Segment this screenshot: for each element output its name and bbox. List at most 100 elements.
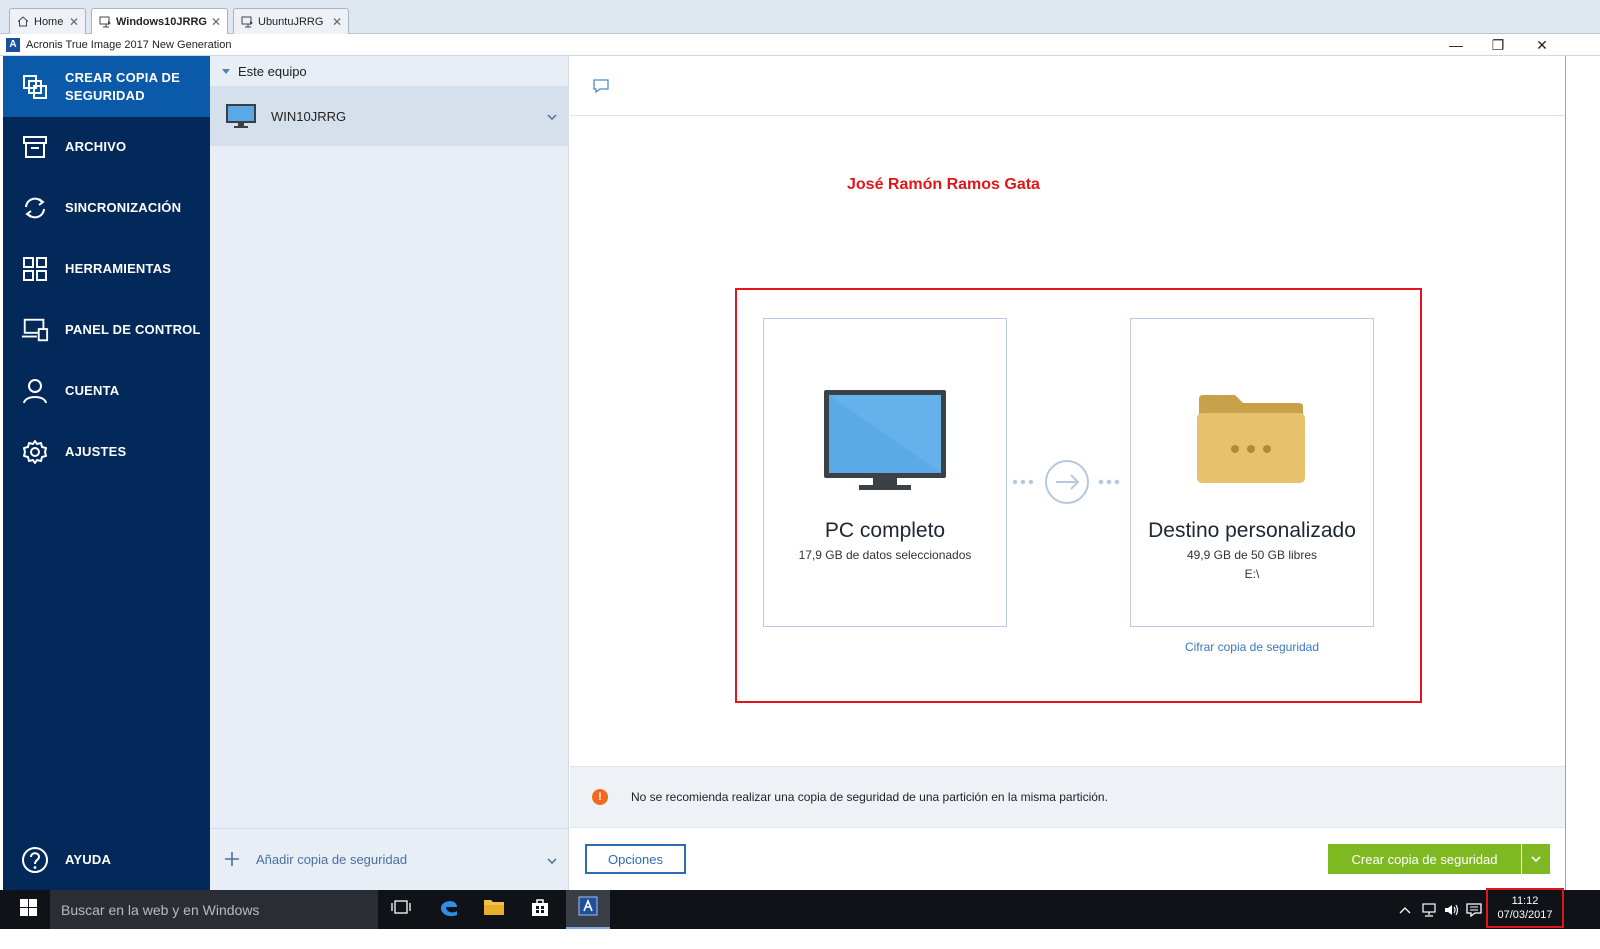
close-icon[interactable]: ✕ xyxy=(332,15,342,29)
create-backup-dropdown[interactable] xyxy=(1522,844,1550,874)
sidebar-item-label: ARCHIVO xyxy=(65,138,127,154)
sidebar-item-label: AYUDA xyxy=(65,851,112,867)
backup-group-header[interactable]: Este equipo xyxy=(210,56,569,86)
sidebar-item-label: AJUSTES xyxy=(65,443,127,459)
task-view-icon xyxy=(391,900,411,919)
restore-button[interactable]: ❐ xyxy=(1476,34,1520,56)
sidebar-item-label: SINCRONIZACIÓN xyxy=(65,199,182,215)
tab-label: UbuntuJRRG xyxy=(258,15,324,28)
action-center-icon[interactable] xyxy=(1464,890,1484,929)
backup-main-panel: José Ramón Ramos Gata PC completo 17,9 G… xyxy=(570,56,1565,890)
minimize-button[interactable]: — xyxy=(1434,34,1478,56)
task-view-button[interactable] xyxy=(379,890,423,929)
monitor-icon xyxy=(823,389,947,497)
encrypt-backup-link[interactable]: Cifrar copia de seguridad xyxy=(1130,640,1374,654)
monitor-icon xyxy=(225,103,257,134)
chevron-down-icon xyxy=(1531,853,1541,865)
acronis-logo-icon xyxy=(578,896,598,921)
folder-icon xyxy=(1197,395,1305,488)
help-icon xyxy=(21,846,49,874)
create-backup-button[interactable]: Crear copia de seguridad xyxy=(1328,844,1521,874)
comment-icon[interactable] xyxy=(592,78,610,94)
backup-arrow-connector xyxy=(1009,459,1129,505)
volume-icon[interactable] xyxy=(1442,890,1462,929)
screen-bottom-strip xyxy=(0,929,1600,949)
user-icon xyxy=(21,377,49,405)
options-button[interactable]: Opciones xyxy=(585,844,686,874)
backup-list-panel: Este equipo WIN10JRRG Añadir copia de se… xyxy=(210,56,569,890)
caret-down-icon xyxy=(222,68,230,74)
taskbar-search-input[interactable]: Buscar en la web y en Windows xyxy=(50,890,378,929)
warning-icon: ! xyxy=(592,789,608,805)
sidebar-item-help[interactable]: AYUDA xyxy=(3,829,210,890)
tray-overflow-chevron-icon[interactable] xyxy=(1396,890,1414,929)
app-title: Acronis True Image 2017 New Generation xyxy=(26,38,232,51)
backup-source-card[interactable]: PC completo 17,9 GB de datos seleccionad… xyxy=(763,318,1007,627)
sidebar-item-archive[interactable]: ARCHIVO xyxy=(3,116,210,177)
author-watermark: José Ramón Ramos Gata xyxy=(847,176,1040,193)
tab-windows10jrrg[interactable]: Windows10JRRG ✕ xyxy=(91,8,228,34)
app-title-bar: A Acronis True Image 2017 New Generation xyxy=(0,34,1600,56)
clock-date: 07/03/2017 xyxy=(1497,909,1553,921)
sidebar-item-label: CREAR COPIA DE SEGURIDAD xyxy=(65,69,180,103)
edge-icon xyxy=(438,896,460,923)
close-window-button[interactable]: ✕ xyxy=(1520,34,1564,56)
backup-group-label: Este equipo xyxy=(238,63,307,79)
file-explorer-button[interactable] xyxy=(472,890,516,929)
edge-browser-button[interactable] xyxy=(427,890,471,929)
source-subtitle: 17,9 GB de datos seleccionados xyxy=(798,548,972,562)
clock-time: 11:12 xyxy=(1511,895,1539,907)
tab-home[interactable]: Home ✕ xyxy=(9,8,86,34)
sync-icon xyxy=(21,194,49,222)
machine-name: WIN10JRRG xyxy=(271,108,347,124)
gear-icon xyxy=(21,438,49,466)
sidebar-item-dashboard[interactable]: PANEL DE CONTROL xyxy=(3,299,210,360)
taskbar: Buscar en la web y en Windows xyxy=(0,890,1600,929)
windows-logo-icon xyxy=(19,898,37,921)
tools-grid-icon xyxy=(21,255,49,283)
tab-label: Windows10JRRG xyxy=(116,15,207,28)
sidebar-item-label: HERRAMIENTAS xyxy=(65,260,172,276)
backup-item-machine[interactable]: WIN10JRRG xyxy=(210,86,569,146)
source-title: PC completo xyxy=(824,519,946,542)
add-backup-link[interactable]: Añadir copia de seguridad xyxy=(256,852,407,867)
archive-icon xyxy=(21,133,49,161)
sidebar-item-backup[interactable]: CREAR COPIA DE SEGURIDAD xyxy=(3,56,210,117)
sidebar-item-sync[interactable]: SINCRONIZACIÓN xyxy=(3,177,210,238)
close-icon[interactable]: ✕ xyxy=(69,15,79,29)
network-icon[interactable] xyxy=(1418,890,1440,929)
warning-text: No se recomienda realizar una copia de s… xyxy=(631,790,1108,804)
tab-label: Home xyxy=(34,15,64,28)
tab-ubuntujrrg[interactable]: UbuntuJRRG ✕ xyxy=(233,8,349,34)
store-bag-icon xyxy=(530,897,550,922)
add-backup-row[interactable]: Añadir copia de seguridad xyxy=(210,828,569,890)
store-button[interactable] xyxy=(518,890,562,929)
main-toolbar xyxy=(570,56,1565,116)
backup-icon xyxy=(21,73,49,101)
vm-tab-strip: Home ✕ Windows10JRRG ✕ UbuntuJRRG ✕ xyxy=(0,0,1600,34)
destination-path: E:\ xyxy=(1244,567,1260,581)
sidebar-item-tools[interactable]: HERRAMIENTAS xyxy=(3,238,210,299)
taskbar-clock[interactable]: 11:12 07/03/2017 xyxy=(1486,888,1564,928)
sidebar: CREAR COPIA DE SEGURIDAD ARCHIVO SINCRONI… xyxy=(3,56,210,890)
vm-icon xyxy=(240,16,254,28)
chevron-down-icon[interactable] xyxy=(547,109,557,123)
home-icon xyxy=(16,16,30,28)
destination-title: Destino personalizado xyxy=(1148,519,1356,542)
window-right-edge xyxy=(1565,56,1600,890)
sidebar-item-label: CUENTA xyxy=(65,382,120,398)
plus-icon xyxy=(224,847,240,873)
dashboard-icon xyxy=(21,316,49,344)
chevron-down-icon[interactable] xyxy=(547,853,557,867)
warning-bar: ! No se recomienda realizar una copia de… xyxy=(570,766,1565,828)
backup-destination-card[interactable]: Destino personalizado 49,9 GB de 50 GB l… xyxy=(1130,318,1374,627)
sidebar-item-label: PANEL DE CONTROL xyxy=(65,321,201,337)
start-button[interactable] xyxy=(8,890,48,929)
vm-icon xyxy=(98,16,112,28)
folder-icon xyxy=(483,898,505,921)
destination-subtitle: 49,9 GB de 50 GB libres xyxy=(1186,548,1318,562)
sidebar-item-settings[interactable]: AJUSTES xyxy=(3,421,210,482)
sidebar-item-account[interactable]: CUENTA xyxy=(3,360,210,421)
acronis-taskbar-button[interactable] xyxy=(566,890,610,929)
close-icon[interactable]: ✕ xyxy=(211,15,221,29)
